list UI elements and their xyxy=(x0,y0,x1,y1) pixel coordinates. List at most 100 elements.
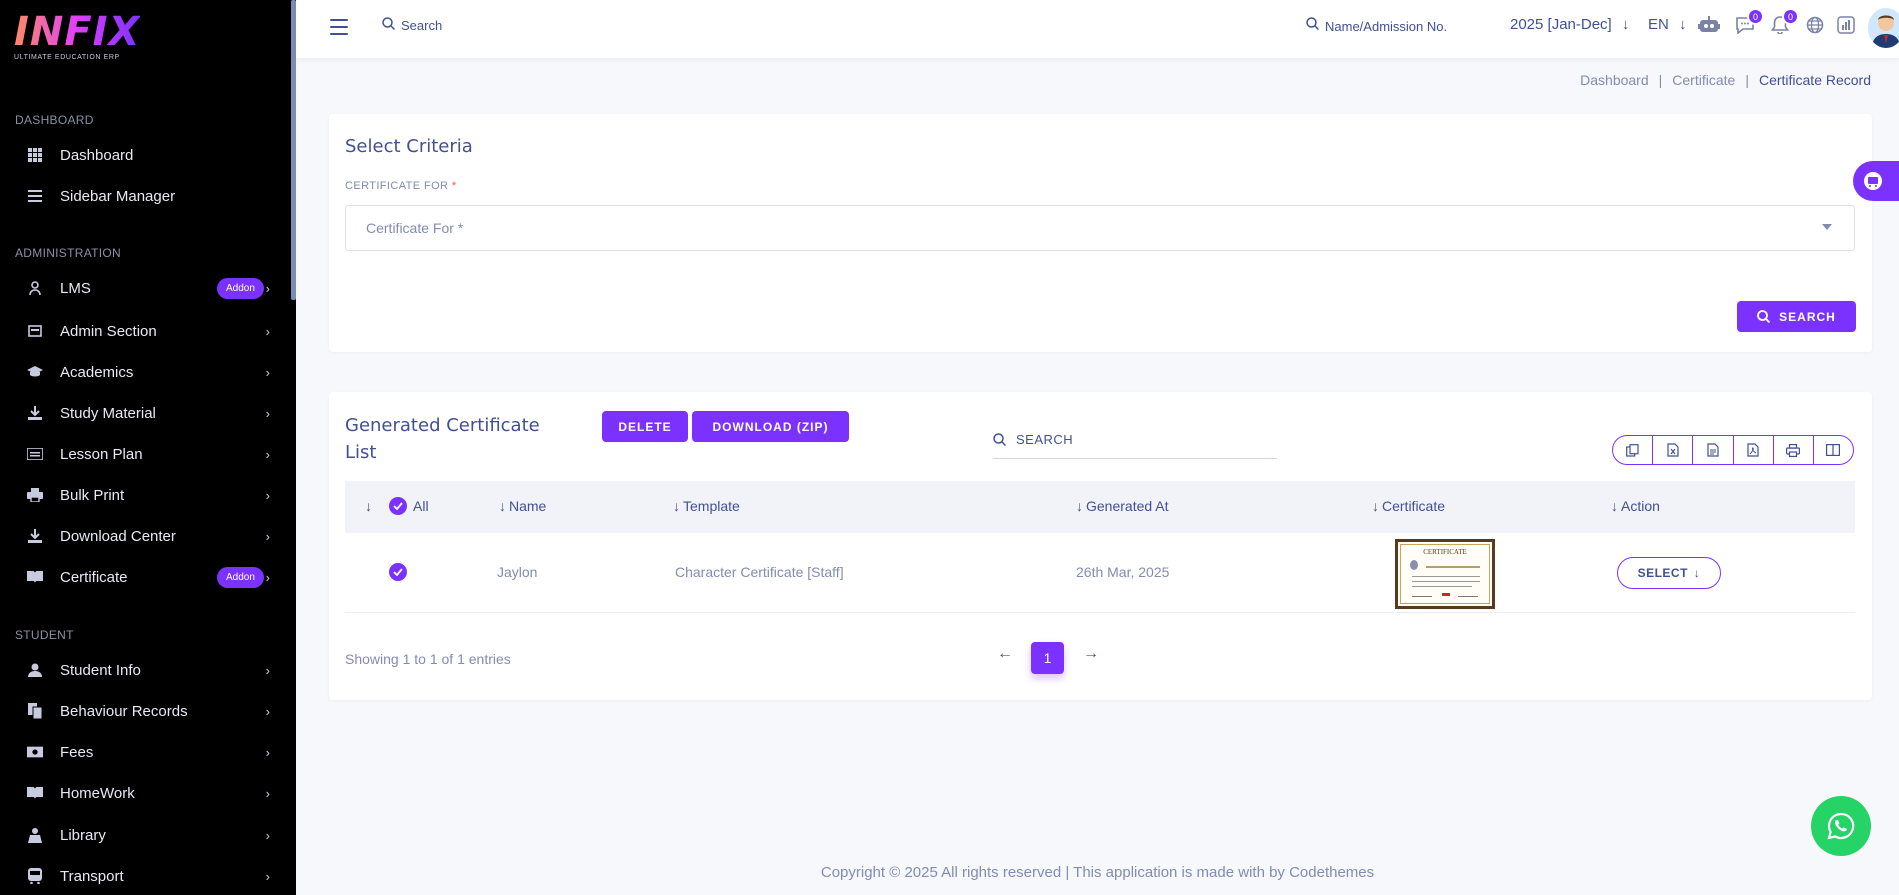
whatsapp-button[interactable] xyxy=(1811,796,1871,856)
cart-icon xyxy=(1863,171,1883,191)
sidebar-item-label: Academics xyxy=(60,363,134,381)
admission-search-input[interactable] xyxy=(1325,18,1475,34)
required-mark: * xyxy=(451,180,457,192)
hamburger-menu-button[interactable] xyxy=(330,19,348,35)
sidebar-item-label: Study Material xyxy=(60,404,156,422)
col-header-certificate[interactable]: ↓ Certificate xyxy=(1372,498,1445,514)
table-search-input[interactable] xyxy=(1016,432,1256,447)
cell-generated-at: 26th Mar, 2025 xyxy=(1076,564,1170,580)
col-header-certificate-label: Certificate xyxy=(1382,498,1446,514)
copy-icon[interactable] xyxy=(1613,436,1654,464)
academic-year-select[interactable]: 2025 [Jan-Dec] ↓ xyxy=(1510,16,1629,33)
next-page-arrow-icon[interactable]: → xyxy=(1083,645,1099,663)
row-checkbox[interactable] xyxy=(389,563,407,581)
excel-icon[interactable] xyxy=(1653,436,1694,464)
sidebar-item-label: Bulk Print xyxy=(60,486,125,504)
cart-float-button[interactable] xyxy=(1853,161,1899,201)
chevron-right-icon: › xyxy=(265,405,270,421)
sidebar-item-lms[interactable]: LMS Addon › xyxy=(0,271,290,305)
search-button[interactable]: SEARCH xyxy=(1737,301,1856,332)
col-header-generated-at[interactable]: ↓ Generated At xyxy=(1076,498,1169,514)
table-search[interactable] xyxy=(993,421,1277,459)
select-all-label: All xyxy=(413,498,429,514)
breadcrumb-separator: | xyxy=(1658,72,1663,88)
sidebar-item-library[interactable]: Library › xyxy=(0,818,290,852)
select-action-button[interactable]: SELECT ↓ xyxy=(1617,557,1721,589)
delete-button[interactable]: DELETE xyxy=(602,411,688,442)
title-line-1: Generated Certificate xyxy=(345,415,540,436)
breadcrumb-separator: | xyxy=(1745,72,1749,88)
lesson-icon xyxy=(27,446,43,462)
language-select[interactable]: EN ↓ xyxy=(1648,16,1687,33)
admin-icon xyxy=(27,323,43,339)
breadcrumb-certificate[interactable]: Certificate xyxy=(1672,72,1735,88)
chevron-right-icon: › xyxy=(265,744,270,760)
page-button-current[interactable]: 1 xyxy=(1031,642,1064,674)
columns-icon[interactable] xyxy=(1814,436,1853,464)
sidebar-item-behaviour-records[interactable]: Behaviour Records › xyxy=(0,694,290,728)
sidebar-item-sidebar-manager[interactable]: Sidebar Manager xyxy=(0,179,290,213)
sidebar-item-student-info[interactable]: Student Info › xyxy=(0,653,290,687)
global-search[interactable] xyxy=(382,17,561,33)
search-icon xyxy=(1306,17,1320,35)
sidebar-item-academics[interactable]: Academics › xyxy=(0,355,290,389)
sidebar-item-download-center[interactable]: Download Center › xyxy=(0,519,290,553)
search-button-label: SEARCH xyxy=(1779,309,1836,324)
check-icon xyxy=(389,497,407,515)
pdf-icon[interactable] xyxy=(1734,436,1774,464)
search-icon xyxy=(1757,310,1771,323)
prev-page-arrow-icon[interactable]: ← xyxy=(997,645,1013,663)
certificate-for-select-value: Certificate For * xyxy=(366,220,464,236)
select-all-checkbox[interactable]: All xyxy=(389,497,429,515)
download-zip-button[interactable]: DOWNLOAD (ZIP) xyxy=(692,411,849,442)
certificate-thumbnail[interactable]: CERTIFICATE xyxy=(1395,539,1495,609)
certificate-for-select[interactable]: Certificate For * xyxy=(345,205,1855,251)
logo[interactable]: INFIX ULTIMATE EDUCATION ERP xyxy=(14,12,140,61)
student-icon xyxy=(27,662,43,678)
chevron-right-icon: › xyxy=(265,827,270,843)
sidebar-item-label: Student Info xyxy=(60,661,141,679)
sidebar-item-transport[interactable]: Transport › xyxy=(0,859,290,893)
user-avatar[interactable] xyxy=(1868,8,1899,48)
chevron-right-icon: › xyxy=(265,364,270,380)
sidebar-item-dashboard[interactable]: Dashboard xyxy=(0,138,290,172)
breadcrumb: Dashboard | Certificate | Certificate Re… xyxy=(1580,72,1871,88)
sidebar-item-certificate[interactable]: Certificate Addon › xyxy=(0,560,290,594)
globe-icon[interactable] xyxy=(1804,14,1826,36)
sidebar-item-lesson-plan[interactable]: Lesson Plan › xyxy=(0,437,290,471)
money-icon xyxy=(27,744,43,760)
sidebar-item-label: HomeWork xyxy=(60,784,135,802)
breadcrumb-dashboard[interactable]: Dashboard xyxy=(1580,72,1649,88)
sidebar-item-fees[interactable]: Fees › xyxy=(0,735,290,769)
col-header-template[interactable]: ↓ Template xyxy=(673,498,740,514)
sidebar-item-label: Lesson Plan xyxy=(60,445,143,463)
sidebar-item-study-material[interactable]: Study Material › xyxy=(0,396,290,430)
col-header-name[interactable]: ↓ Name xyxy=(499,498,546,514)
user-badge-icon xyxy=(27,280,43,296)
col-header-name-label: Name xyxy=(509,498,547,514)
admission-search[interactable] xyxy=(1306,17,1475,35)
language-value: EN xyxy=(1648,16,1669,33)
logo-tagline: ULTIMATE EDUCATION ERP xyxy=(14,54,120,61)
robot-icon[interactable] xyxy=(1698,14,1720,36)
sidebar-item-bulk-print[interactable]: Bulk Print › xyxy=(0,478,290,512)
cell-template: Character Certificate [Staff] xyxy=(675,564,844,580)
chat-icon[interactable]: 0 xyxy=(1734,8,1764,36)
sort-arrow-icon: ↓ xyxy=(1611,498,1618,514)
certificate-thumb-title: CERTIFICATE xyxy=(1423,548,1467,556)
chart-icon[interactable] xyxy=(1835,14,1857,36)
chevron-right-icon: › xyxy=(265,703,270,719)
sort-arrow-icon[interactable]: ↓ xyxy=(365,498,372,514)
sidebar-item-homework[interactable]: HomeWork › xyxy=(0,776,290,810)
bell-icon[interactable]: 0 xyxy=(1769,8,1799,36)
print-icon[interactable] xyxy=(1774,436,1814,464)
certificate-for-label-text: CERTIFICATE FOR xyxy=(345,180,449,192)
global-search-input[interactable] xyxy=(401,17,561,33)
search-icon xyxy=(382,17,396,33)
whatsapp-icon xyxy=(1826,811,1856,841)
csv-icon[interactable] xyxy=(1693,436,1734,464)
cell-name: Jaylon xyxy=(497,564,538,580)
col-header-action[interactable]: ↓ Action xyxy=(1611,498,1660,514)
book-icon xyxy=(27,785,43,801)
sidebar-item-admin-section[interactable]: Admin Section › xyxy=(0,314,290,348)
